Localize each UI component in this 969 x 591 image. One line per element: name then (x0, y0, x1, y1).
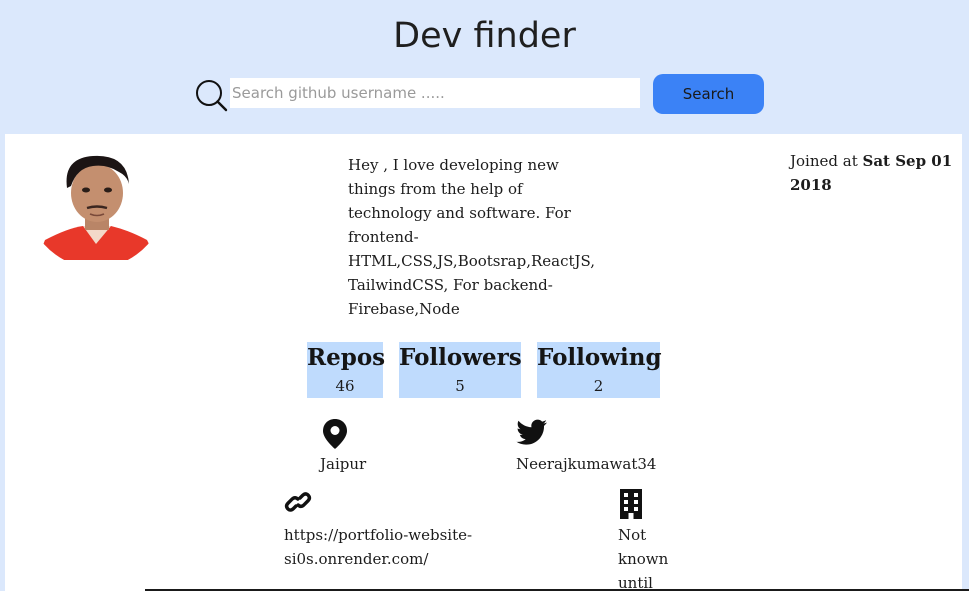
company-info: Not known until (618, 489, 678, 591)
stat-followers-value: 5 (455, 377, 465, 395)
twitter-icon (516, 418, 656, 446)
twitter-handle: Neerajkumawat34 (516, 455, 657, 473)
map-pin-icon (322, 418, 366, 450)
stat-followers-label: Followers (399, 344, 522, 371)
app-root: Dev finder Search github username ..... … (0, 0, 969, 591)
stat-repos: Repos 46 (307, 342, 386, 398)
search-bar: Search (194, 74, 774, 114)
company-text: Not known until (618, 526, 669, 591)
user-bio: Hey , I love developing new things from … (348, 156, 596, 318)
website-info[interactable]: https://portfolio-website-si0s.onrender.… (284, 489, 494, 571)
link-icon (284, 489, 494, 515)
search-icon (194, 78, 228, 112)
page-title: Dev finder (393, 16, 576, 56)
stats-row: Repos 46 Followers 5 Following 2 (5, 342, 962, 398)
building-icon (618, 489, 678, 519)
stat-following-label: Following (537, 344, 662, 371)
location-info: Jaipur (320, 418, 366, 476)
avatar (23, 148, 169, 260)
location-text: Jaipur (320, 455, 367, 473)
stat-followers: Followers 5 (399, 342, 522, 398)
joined-prefix: Joined at (790, 152, 863, 170)
website-link[interactable]: https://portfolio-website-si0s.onrender.… (284, 526, 472, 568)
search-button[interactable]: Search (653, 74, 764, 114)
stat-repos-value: 46 (335, 377, 355, 395)
stat-following-value: 2 (593, 377, 604, 395)
stat-following: Following 2 (537, 342, 662, 398)
joined-date: Joined at Sat Sep 01 2018 (790, 149, 960, 197)
search-input[interactable] (230, 78, 640, 108)
twitter-info[interactable]: Neerajkumawat34 (516, 418, 656, 476)
stat-repos-label: Repos (307, 344, 386, 371)
profile-card: Hey , I love developing new things from … (5, 134, 962, 591)
